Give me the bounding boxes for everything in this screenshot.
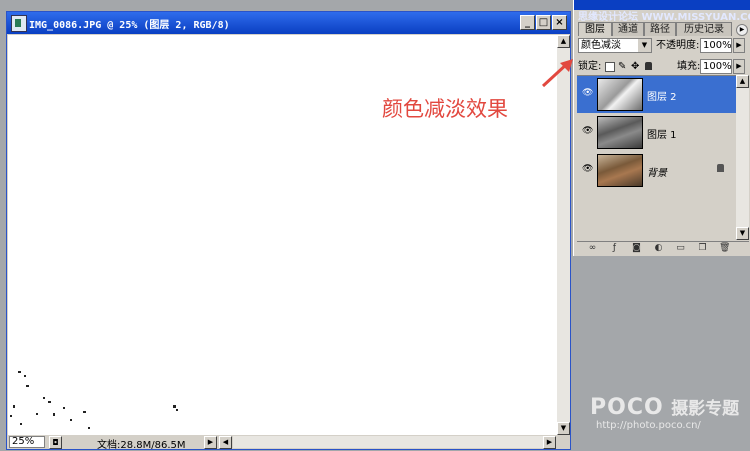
layer-name: 背景 <box>647 168 667 179</box>
lock-icon <box>717 164 724 172</box>
fill-slider-arrow-icon[interactable]: ▶ <box>733 59 745 74</box>
document-titlebar[interactable]: IMG_0086.JPG @ 25% (图层 2, RGB/8) _ □ × <box>7 12 570 34</box>
lock-label: 锁定: <box>578 61 602 72</box>
maximize-button[interactable]: □ <box>536 15 551 30</box>
annotation-arrow-icon <box>541 59 573 88</box>
document-window: IMG_0086.JPG @ 25% (图层 2, RGB/8) _ □ × ▲… <box>6 11 571 451</box>
tab-layers[interactable]: 图层 <box>578 22 612 36</box>
lock-all-icon[interactable] <box>645 62 652 70</box>
panel-footer: ∞ ƒ ◙ ◐ ▭ ❐ 🗑 <box>577 241 749 256</box>
layer-thumbnail <box>597 154 643 187</box>
scroll-up-arrow-icon[interactable]: ▲ <box>736 75 749 88</box>
scroll-right-arrow-icon[interactable]: ▶ <box>543 436 556 449</box>
panel-menu-icon[interactable]: ▶ <box>736 24 748 36</box>
eye-icon[interactable]: 👁 <box>582 127 593 136</box>
status-bar: 25% ◘ 文档:28.8M/86.5M ▶ ◀ ▶ <box>7 435 570 451</box>
layers-list: 👁 图层 2 👁 图层 1 👁 背景 <box>577 75 736 241</box>
panel-tabs: 图层 通道 路径 历史记录 ▶ <box>574 22 750 36</box>
lock-paint-brush-icon[interactable]: ✎ <box>618 59 626 74</box>
trash-icon[interactable]: 🗑 <box>719 244 730 253</box>
document-size-info: 文档:28.8M/86.5M <box>97 440 186 451</box>
layer-name: 图层 2 <box>647 92 677 103</box>
chevron-down-icon: ▼ <box>638 39 651 52</box>
layer-row-layer-2[interactable]: 👁 图层 2 <box>577 76 736 113</box>
poco-url: http://photo.poco.cn/ <box>596 420 701 431</box>
opacity-field[interactable]: 100% <box>700 38 732 53</box>
opacity-label: 不透明度: <box>656 40 700 51</box>
layers-panel: 图层 通道 路径 历史记录 ▶ 颜色减淡 ▼ 不透明度: 100% ▶ 锁定: … <box>573 0 750 256</box>
blend-mode-select[interactable]: 颜色减淡 ▼ <box>578 38 652 53</box>
layer-row-background[interactable]: 👁 背景 <box>577 152 736 189</box>
poco-logo: POCO <box>590 395 664 420</box>
vertical-scrollbar[interactable]: ▲ ▼ <box>557 35 570 435</box>
poco-title: 摄影专题 <box>671 399 740 419</box>
zoom-field[interactable]: 25% <box>9 436 45 448</box>
link-layers-icon[interactable]: ∞ <box>587 244 598 253</box>
eye-icon[interactable]: 👁 <box>582 165 593 174</box>
fill-label: 填充: <box>677 61 701 72</box>
tab-paths[interactable]: 路径 <box>644 22 676 36</box>
preview-icon[interactable]: ◘ <box>49 436 62 449</box>
blend-mode-value: 颜色减淡 <box>581 40 621 51</box>
scroll-down-arrow-icon[interactable]: ▼ <box>557 422 570 435</box>
annotation-label: 颜色减淡效果 <box>382 97 508 121</box>
top-watermark: 思缘设计论坛 WWW.MISSYUAN.COM <box>578 12 750 23</box>
layers-scrollbar[interactable]: ▲ ▼ <box>736 75 749 240</box>
layer-thumbnail <box>597 116 643 149</box>
horizontal-scrollbar[interactable] <box>233 436 543 448</box>
poco-watermark: POCO 摄影专题 http://photo.poco.cn/ <box>590 394 739 431</box>
scroll-up-arrow-icon[interactable]: ▲ <box>557 35 570 48</box>
tab-channels[interactable]: 通道 <box>612 22 644 36</box>
close-button[interactable]: × <box>552 15 567 30</box>
layer-style-icon[interactable]: ƒ <box>609 244 620 253</box>
lock-transparency-icon[interactable] <box>605 62 615 72</box>
fill-field[interactable]: 100% <box>700 59 732 74</box>
status-menu-arrow-icon[interactable]: ▶ <box>204 436 217 449</box>
layer-row-layer-1[interactable]: 👁 图层 1 <box>577 114 736 151</box>
layer-thumbnail <box>597 78 643 111</box>
layer-mask-icon[interactable]: ◙ <box>631 244 642 253</box>
scroll-left-arrow-icon[interactable]: ◀ <box>219 436 232 449</box>
new-group-icon[interactable]: ▭ <box>675 244 686 253</box>
document-title: IMG_0086.JPG @ 25% (图层 2, RGB/8) <box>29 20 230 31</box>
minimize-button[interactable]: _ <box>520 15 535 30</box>
tab-history[interactable]: 历史记录 <box>676 22 732 36</box>
new-layer-icon[interactable]: ❐ <box>697 244 708 253</box>
adjustment-layer-icon[interactable]: ◐ <box>653 244 664 253</box>
opacity-slider-arrow-icon[interactable]: ▶ <box>733 38 745 53</box>
scroll-down-arrow-icon[interactable]: ▼ <box>736 227 749 240</box>
lock-move-icon[interactable]: ✥ <box>631 59 639 74</box>
eye-icon[interactable]: 👁 <box>582 89 593 98</box>
layer-name: 图层 1 <box>647 130 677 141</box>
photoshop-document-icon <box>11 15 27 32</box>
